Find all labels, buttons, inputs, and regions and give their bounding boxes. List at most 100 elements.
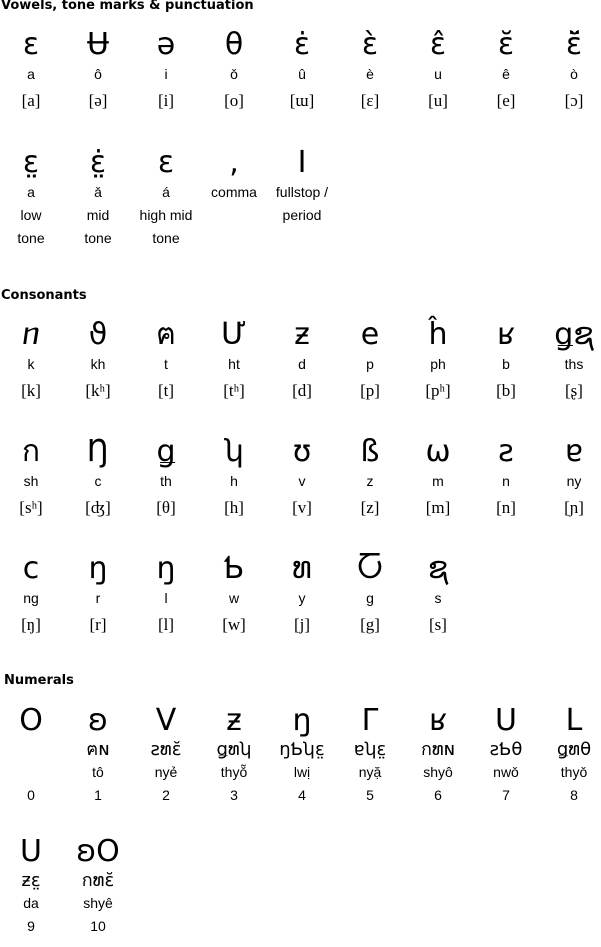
consonant-cell: Ƅw [w] [200, 551, 268, 636]
consonant-cell: ฅ t [t] [132, 317, 200, 402]
script-glyph: , [229, 145, 239, 180]
ipa: [m] [425, 498, 451, 517]
ipa: [n] [496, 498, 516, 517]
script-glyph: ɛ̆̈ [565, 27, 583, 62]
ipa: [u] [428, 91, 448, 110]
script-glyph: ก [21, 434, 41, 469]
ipa: [v] [292, 498, 312, 517]
script-glyph: ɐ [564, 434, 583, 469]
script-glyph: ĥ [428, 317, 448, 352]
script-glyph: ə [156, 27, 176, 62]
numeral-glyph: ʚ [88, 703, 108, 738]
consonant-cell: ß z [z] [336, 434, 404, 519]
numeral-cell: ʚ ฅɴ tô 1 [64, 703, 132, 807]
numeral-word: ƶɛ̤ [21, 870, 41, 891]
vowel-cell: θ ǒ [o] [200, 27, 268, 112]
label-line: tone [84, 230, 112, 246]
consonant-cell: ĥ ph [pʰ] [404, 317, 472, 402]
label-line: fullstop / [275, 184, 329, 200]
script-glyph: ⴖ [22, 317, 40, 352]
numeral-word: ǥທθ [556, 739, 592, 760]
numeral-glyph: U [20, 834, 42, 869]
numeral-glyph: O [19, 703, 43, 738]
consonant-cell: ƨ n [n] [472, 434, 540, 519]
script-glyph: e [360, 317, 380, 352]
consonant-cell: c ng [ŋ] [0, 551, 65, 636]
label-line: á [162, 184, 170, 200]
numeral-cell: UƨƄθ nwǒ 7 [472, 703, 540, 807]
consonant-cell: ω m [m] [404, 434, 472, 519]
ipa: [ʂ] [565, 381, 583, 400]
consonants-heading: Consonants [1, 288, 87, 303]
ipa: [ɛ] [360, 91, 380, 110]
script-glyph: ʮ [224, 434, 244, 469]
ipa: [o] [224, 91, 244, 110]
script-glyph: ϑ [88, 317, 108, 352]
consonant-cell: ທ y [j] [268, 551, 336, 636]
transliteration: da [23, 895, 39, 911]
arabic-number: 3 [230, 787, 238, 803]
script-glyph: ß [360, 434, 380, 469]
script-glyph: Ⴀ [356, 551, 384, 586]
transliteration: ng [23, 590, 39, 606]
numeral-glyph: ʁ [428, 703, 448, 738]
script-glyph: ɛ̆ [497, 27, 515, 62]
tone-mark-cell: ɛ̤ a low tone [0, 145, 65, 250]
vowel-cell: ɛ̀ è [ɛ] [336, 27, 404, 112]
consonant-cell: ɐ ny [ɲ] [540, 434, 601, 519]
script-glyph: ƨ [498, 434, 514, 469]
consonant-cell: Ŋc [ʤ] [64, 434, 132, 519]
vowel-cell: Ʉô [ə] [64, 27, 132, 112]
consonant-cell: ϑ kh [kʰ] [64, 317, 132, 402]
transliteration: c [94, 473, 102, 489]
numeral-glyph: V [155, 703, 177, 738]
ipa: [h] [224, 498, 244, 517]
numeral-cell: ʁ กທɴ shyô 6 [404, 703, 472, 807]
ipa: [w] [222, 615, 246, 634]
script-glyph: Ʉ [87, 27, 109, 62]
ipa: [kʰ] [85, 381, 111, 400]
transliteration: ô [94, 66, 102, 82]
vowels-heading: Vowels, tone marks & punctuation [1, 0, 254, 13]
script-glyph: Ŋ [86, 434, 110, 469]
transliteration: nyẻ [154, 764, 178, 780]
script-glyph: Ư [221, 317, 247, 352]
transliteration: i [164, 66, 168, 82]
script-glyph: ʊ [292, 434, 312, 469]
ipa: [a] [21, 91, 41, 110]
ipa: [j] [293, 615, 311, 634]
consonant-cell: ʊ v [v] [268, 434, 336, 519]
script-glyph: ʁ [496, 317, 516, 352]
transliteration: lwị [293, 764, 311, 780]
script-glyph: ɛ̤ [22, 145, 40, 180]
transliteration: p [366, 356, 374, 372]
transliteration: b [502, 356, 510, 372]
numeral-word: กທɛ̆ [81, 870, 115, 891]
ipa: [p] [360, 381, 380, 400]
numeral-glyph: L [565, 703, 583, 738]
transliteration: u [434, 66, 442, 82]
numeral-glyph: ŋ [292, 703, 312, 738]
transliteration: ph [430, 356, 446, 372]
transliteration: r [95, 590, 101, 606]
script-glyph: ŋ [88, 551, 108, 586]
consonant-cell: Ⴀg [g] [336, 551, 404, 636]
consonant-cell: Ưht [tʰ] [200, 317, 268, 402]
arabic-number: 8 [570, 787, 578, 803]
label-line: period [282, 207, 322, 223]
ipa: [t] [157, 381, 175, 400]
tone-mark-cell: ɛ̤̇ ǎ mid tone [64, 145, 132, 250]
numeral-cell: ŋ ŋƄʮɛ̤ lwị 4 [268, 703, 336, 807]
transliteration: y [298, 590, 306, 606]
ipa: [b] [496, 381, 516, 400]
transliteration: nwǒ [493, 764, 519, 780]
script-glyph: ɛ̀ [361, 27, 379, 62]
transliteration: k [27, 356, 35, 372]
vowel-cell: ə i [i] [132, 27, 200, 112]
numeral-cell: ƶ ǥທʮ thyǒ̃ 3 [200, 703, 268, 807]
script-glyph: ɛ [22, 27, 40, 62]
transliteration: tô [92, 764, 104, 780]
transliteration: sh [23, 473, 39, 489]
consonant-cell: ⴖ k [k] [0, 317, 65, 402]
ipa: [s] [429, 615, 447, 634]
